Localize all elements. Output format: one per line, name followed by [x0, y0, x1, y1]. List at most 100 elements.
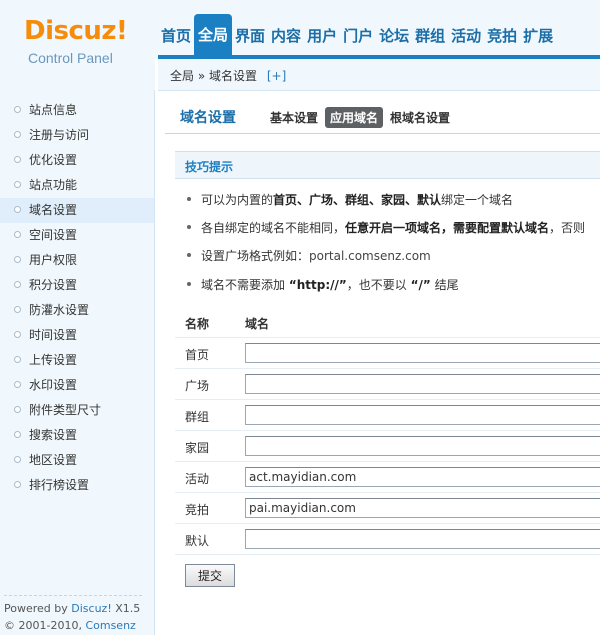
table-row: 广场 [175, 369, 600, 400]
sidebar-item-upload-settings[interactable]: 上传设置 [0, 348, 154, 373]
bullet-icon [14, 256, 21, 263]
sidebar-item-label: 搜索设置 [29, 428, 78, 442]
groups-domain-input[interactable] [245, 405, 600, 425]
default-domain-input[interactable] [245, 529, 600, 549]
home-space-domain-input[interactable] [245, 436, 600, 456]
version-text: X1.5 [115, 602, 141, 615]
main-content: 域名设置 基本设置 应用域名 根域名设置 技巧提示 可以为内置的首页、广场、群组… [165, 96, 600, 635]
square-domain-input[interactable] [245, 374, 600, 394]
sidebar: 站点信息 注册与访问 优化设置 站点功能 域名设置 空间设置 用户权限 积分设置… [0, 90, 155, 635]
page-title: 域名设置 [180, 110, 236, 126]
tip-text: 结尾 [434, 278, 459, 292]
sidebar-item-user-permissions[interactable]: 用户权限 [0, 248, 154, 273]
tip-text: ，也不要以 [346, 278, 407, 292]
sidebar-item-site-features[interactable]: 站点功能 [0, 173, 154, 198]
row-label-home: 首页 [185, 348, 210, 362]
discuz-link[interactable]: Discuz! [71, 602, 111, 615]
sidebar-item-label: 排行榜设置 [29, 478, 90, 492]
activity-domain-input[interactable] [245, 467, 600, 487]
row-label-home-space: 家园 [185, 441, 210, 455]
nav-auction[interactable]: 竞拍 [484, 16, 520, 56]
nav-content[interactable]: 内容 [268, 16, 304, 56]
breadcrumb-bar: 全局 » 域名设置 [+] [158, 59, 600, 91]
bullet-icon [187, 224, 191, 229]
sidebar-item-site-info[interactable]: 站点信息 [0, 98, 154, 123]
submit-button[interactable]: 提交 [185, 564, 235, 587]
row-label-groups: 群组 [185, 410, 210, 424]
tip-text: 绑定一个域名 [441, 193, 514, 207]
home-domain-input[interactable] [245, 343, 600, 363]
sidebar-item-optimization[interactable]: 优化设置 [0, 148, 154, 173]
tip-text: 各自绑定的域名不能相同， [201, 221, 346, 235]
tab-app-domains[interactable]: 应用域名 [325, 107, 384, 128]
tips-header: 技巧提示 [175, 151, 600, 179]
nav-global[interactable]: 全局 [194, 14, 233, 56]
table-row: 竞拍 [175, 493, 600, 524]
sidebar-item-label: 水印设置 [29, 378, 78, 392]
bullet-icon [14, 156, 21, 163]
nav-forum[interactable]: 论坛 [376, 16, 412, 56]
tip-text: ，否则 [549, 221, 586, 235]
logo-text: Discuz! [24, 16, 128, 46]
table-row: 家园 [175, 431, 600, 462]
nav-groups[interactable]: 群组 [412, 16, 448, 56]
sidebar-item-label: 优化设置 [29, 153, 78, 167]
sidebar-item-registration[interactable]: 注册与访问 [0, 123, 154, 148]
sidebar-item-label: 地区设置 [29, 453, 78, 467]
auction-domain-input[interactable] [245, 498, 600, 518]
tip-bold: “/” [410, 278, 431, 292]
tab-basic-settings[interactable]: 基本设置 [265, 107, 323, 128]
sidebar-item-watermark[interactable]: 水印设置 [0, 373, 154, 398]
nav-home[interactable]: 首页 [158, 16, 194, 56]
breadcrumb-root[interactable]: 全局 [170, 69, 194, 83]
row-label-default: 默认 [185, 534, 210, 548]
sidebar-item-space-settings[interactable]: 空间设置 [0, 223, 154, 248]
sidebar-item-anti-spam[interactable]: 防灌水设置 [0, 298, 154, 323]
add-shortcut-button[interactable]: [+] [267, 69, 286, 83]
bullet-icon [14, 106, 21, 113]
sidebar-item-attachment-types[interactable]: 附件类型尺寸 [0, 398, 154, 423]
nav-portal[interactable]: 门户 [340, 16, 376, 56]
logo: Discuz! Control Panel [0, 0, 155, 90]
sidebar-item-region-settings[interactable]: 地区设置 [0, 448, 154, 473]
nav-activity[interactable]: 活动 [448, 16, 484, 56]
footer-divider [4, 595, 142, 596]
tab-root-domain[interactable]: 根域名设置 [385, 107, 455, 128]
copyright-line: © 2001-2010, Comsenz Inc. [4, 617, 154, 635]
tip-text: 域名不需要添加 [201, 278, 286, 292]
tip-bold: 任意开启一项域名，需要配置默认域名 [345, 221, 550, 235]
table-row: 首页 [175, 338, 600, 369]
copyright-text: © 2001-2010, [4, 619, 82, 632]
bullet-icon [14, 181, 21, 188]
row-label-square: 广场 [185, 379, 210, 393]
sidebar-item-domain-settings[interactable]: 域名设置 [0, 198, 154, 223]
tip-example: portal.comsenz.com [309, 249, 431, 263]
sidebar-item-credits[interactable]: 积分设置 [0, 273, 154, 298]
bullet-icon [14, 456, 21, 463]
table-row: 默认 [175, 524, 600, 555]
tip-item: 域名不需要添加 “http://”，也不要以 “/” 结尾 [187, 276, 459, 293]
tip-item: 各自绑定的域名不能相同，任意开启一项域名，需要配置默认域名，否则 [187, 219, 585, 236]
sidebar-item-ranking-settings[interactable]: 排行榜设置 [0, 473, 154, 498]
sidebar-item-search-settings[interactable]: 搜索设置 [0, 423, 154, 448]
nav-users[interactable]: 用户 [304, 16, 340, 56]
powered-by-line: Powered by Discuz! X1.5 [4, 600, 154, 617]
bullet-icon [14, 231, 21, 238]
table-row: 活动 [175, 462, 600, 493]
title-divider [165, 133, 600, 134]
sidebar-item-label: 空间设置 [29, 228, 78, 242]
bullet-icon [187, 252, 191, 257]
sidebar-item-label: 积分设置 [29, 278, 78, 292]
nav-extensions[interactable]: 扩展 [520, 16, 556, 56]
sidebar-item-label: 注册与访问 [29, 128, 90, 142]
tip-text: 设置广场格式例如： [201, 249, 310, 263]
bullet-icon [187, 281, 191, 286]
breadcrumb: 全局 » 域名设置 [+] [170, 67, 286, 84]
bullet-icon [14, 431, 21, 438]
nav-interface[interactable]: 界面 [232, 16, 268, 56]
sidebar-item-time-settings[interactable]: 时间设置 [0, 323, 154, 348]
bullet-icon [14, 381, 21, 388]
sub-tabs: 基本设置 应用域名 根域名设置 [265, 107, 457, 128]
row-label-auction: 竞拍 [185, 503, 210, 517]
sidebar-footer: Powered by Discuz! X1.5 © 2001-2010, Com… [4, 595, 154, 635]
